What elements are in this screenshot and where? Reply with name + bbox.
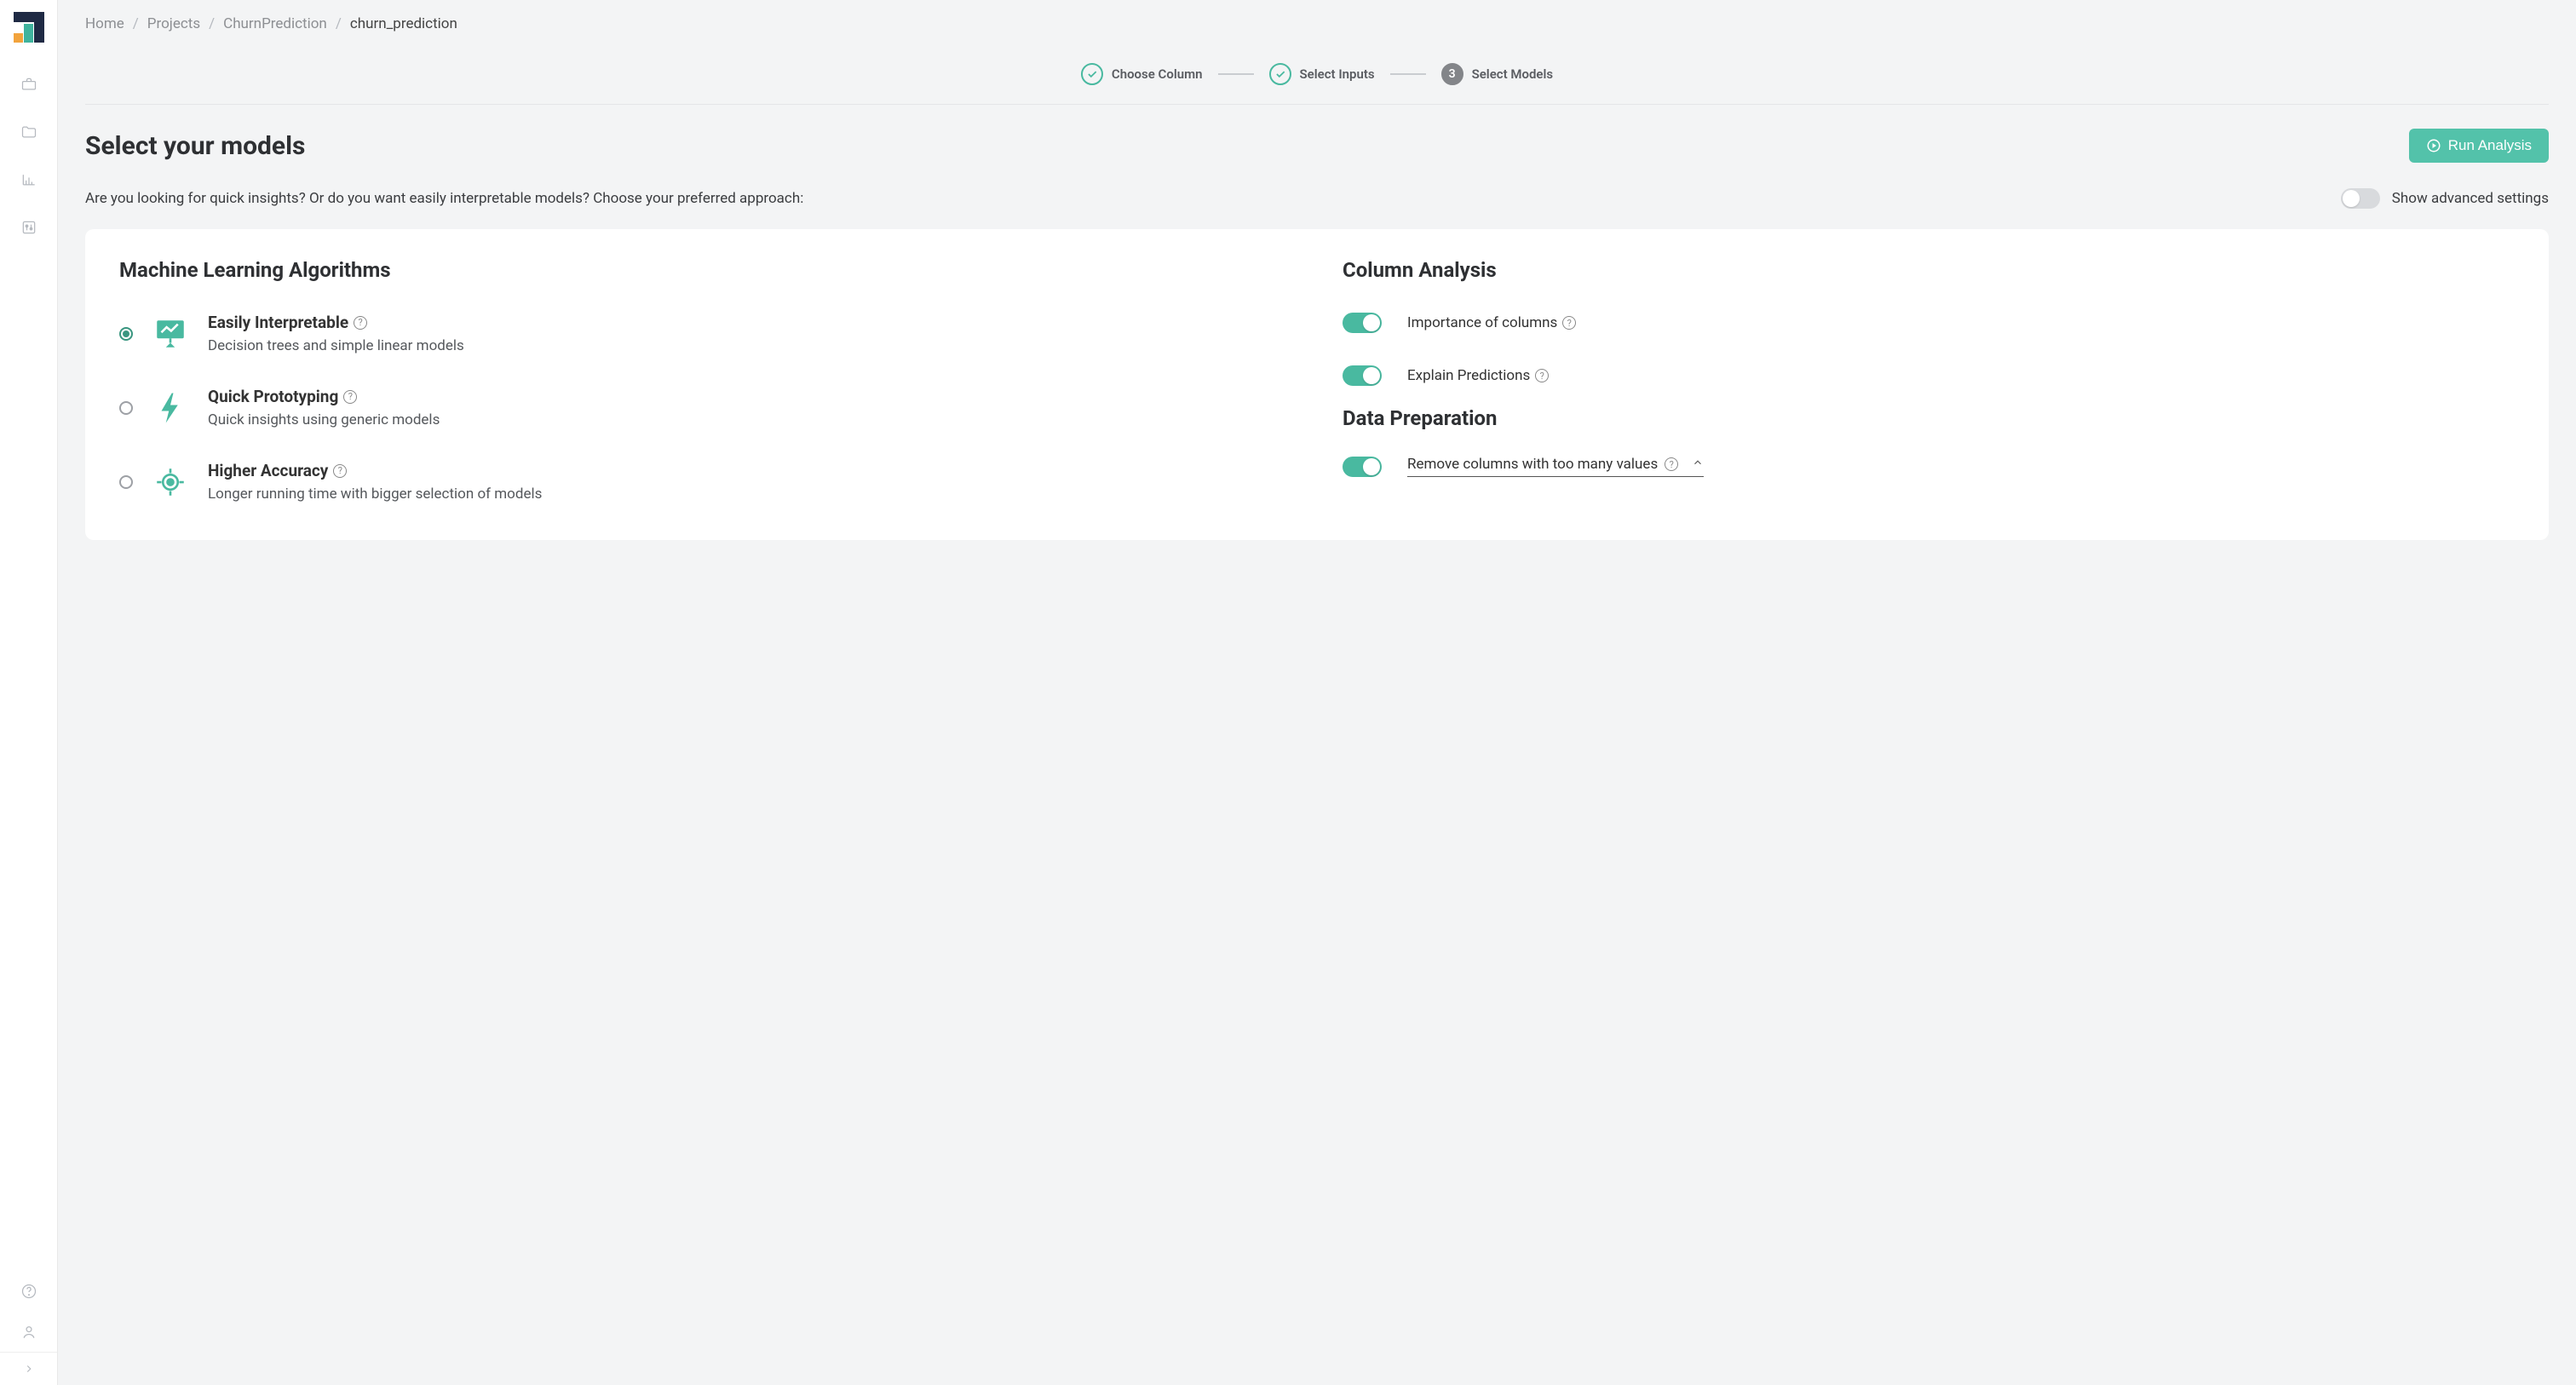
algo-desc: Longer running time with bigger selectio… (208, 486, 542, 503)
step-select-inputs[interactable]: Select Inputs (1269, 63, 1375, 85)
step-choose-column[interactable]: Choose Column (1081, 63, 1203, 85)
briefcase-icon[interactable] (20, 75, 38, 94)
page-subtitle: Are you looking for quick insights? Or d… (85, 190, 803, 207)
algo-title: Easily Interpretable (208, 313, 348, 332)
help-icon[interactable]: ? (343, 390, 357, 404)
step-connector (1390, 73, 1426, 75)
algo-title: Quick Prototyping (208, 387, 338, 406)
help-icon[interactable]: ? (333, 464, 347, 478)
folder-icon[interactable] (20, 123, 38, 141)
breadcrumb: Home / Projects / ChurnPrediction / chur… (85, 15, 2549, 32)
breadcrumb-sep: / (133, 15, 139, 32)
presentation-chart-icon (152, 315, 189, 353)
option-label: Explain Predictions (1407, 367, 1530, 384)
breadcrumb-sep: / (209, 15, 215, 32)
algo-easily-interpretable[interactable]: Easily Interpretable ? Decision trees an… (119, 313, 1291, 354)
column-analysis-heading: Column Analysis (1343, 258, 2515, 282)
remove-columns-dropdown[interactable]: Remove columns with too many values ? (1407, 456, 1704, 477)
algorithms-heading: Machine Learning Algorithms (119, 258, 1291, 282)
step-label: Select Inputs (1300, 66, 1375, 82)
breadcrumb-project-name[interactable]: ChurnPrediction (223, 15, 327, 32)
sliders-icon[interactable] (20, 218, 38, 237)
expand-sidebar-button[interactable] (0, 1352, 57, 1385)
option-explain-predictions: Explain Predictions ? (1343, 365, 2515, 386)
breadcrumb-home[interactable]: Home (85, 15, 124, 32)
option-importance-columns: Importance of columns ? (1343, 313, 2515, 333)
help-icon[interactable]: ? (1665, 457, 1678, 471)
chart-icon[interactable] (20, 170, 38, 189)
user-icon[interactable] (20, 1323, 38, 1342)
step-label: Choose Column (1112, 66, 1203, 82)
help-icon[interactable] (20, 1282, 38, 1301)
radio-button[interactable] (119, 327, 133, 341)
algo-quick-prototyping[interactable]: Quick Prototyping ? Quick insights using… (119, 387, 1291, 428)
radio-button[interactable] (119, 475, 133, 489)
step-label: Select Models (1472, 66, 1554, 82)
app-logo[interactable] (14, 12, 44, 43)
importance-toggle[interactable] (1343, 313, 1382, 333)
check-icon (1081, 63, 1103, 85)
advanced-settings-toggle[interactable] (2341, 188, 2380, 209)
remove-columns-toggle[interactable] (1343, 457, 1382, 477)
option-remove-columns: Remove columns with too many values ? (1343, 456, 2515, 477)
step-number: 3 (1441, 63, 1463, 85)
algo-desc: Decision trees and simple linear models (208, 337, 464, 354)
chevron-up-icon (1692, 456, 1704, 473)
breadcrumb-current: churn_prediction (350, 15, 457, 32)
option-label: Importance of columns (1407, 314, 1557, 331)
breadcrumb-projects[interactable]: Projects (147, 15, 200, 32)
play-circle-icon (2426, 138, 2441, 153)
run-analysis-button[interactable]: Run Analysis (2409, 129, 2549, 163)
algo-desc: Quick insights using generic models (208, 411, 440, 428)
stepper: Choose Column Select Inputs 3 Select Mod… (1081, 63, 1553, 85)
algo-higher-accuracy[interactable]: Higher Accuracy ? Longer running time wi… (119, 461, 1291, 503)
help-icon[interactable]: ? (1562, 316, 1576, 330)
algo-title: Higher Accuracy (208, 461, 328, 480)
page-title: Select your models (85, 131, 305, 161)
step-connector (1218, 73, 1254, 75)
run-button-label: Run Analysis (2448, 137, 2532, 154)
sidebar (0, 0, 58, 1385)
data-prep-heading: Data Preparation (1343, 406, 2515, 430)
main-content: Home / Projects / ChurnPrediction / chur… (58, 0, 2576, 1385)
help-icon[interactable]: ? (1535, 369, 1549, 382)
option-label: Remove columns with too many values (1407, 456, 1658, 473)
target-icon (152, 463, 189, 501)
advanced-settings-label: Show advanced settings (2392, 190, 2549, 207)
lightning-icon (152, 389, 189, 427)
step-select-models[interactable]: 3 Select Models (1441, 63, 1554, 85)
check-icon (1269, 63, 1291, 85)
models-card: Machine Learning Algorithms (85, 229, 2549, 540)
breadcrumb-sep: / (336, 15, 342, 32)
radio-button[interactable] (119, 401, 133, 415)
help-icon[interactable]: ? (354, 316, 367, 330)
explain-toggle[interactable] (1343, 365, 1382, 386)
